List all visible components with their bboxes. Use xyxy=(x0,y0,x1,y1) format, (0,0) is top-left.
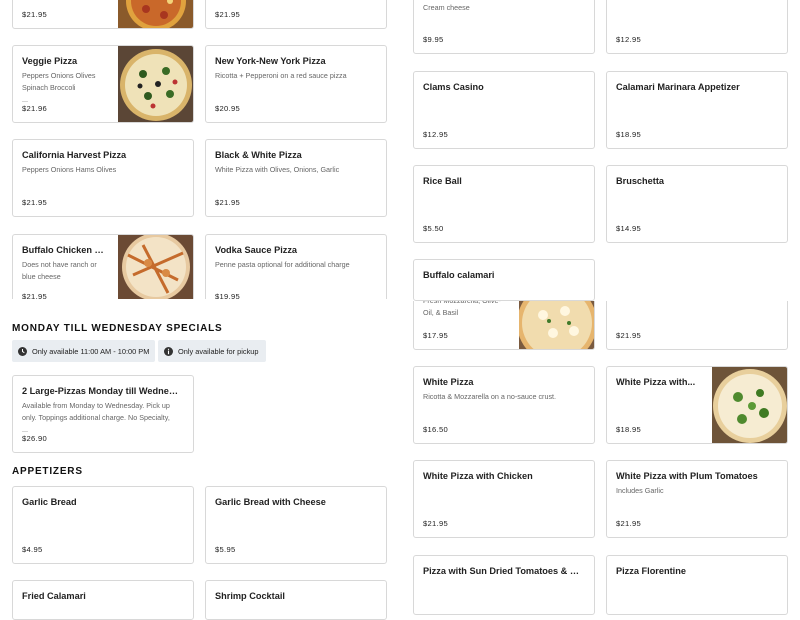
item-name: New York-New York Pizza xyxy=(215,56,326,66)
item-name: Bruschetta xyxy=(616,176,664,186)
item-description: White Pizza with Olives, Onions, Garlic xyxy=(215,165,340,174)
item-description: Available from Monday to Wednesday. Pick… xyxy=(22,401,170,434)
menu-item-card[interactable]: Veggie Pizza Peppers Onions Olives Spinac… xyxy=(12,45,194,123)
item-price: $5.50 xyxy=(423,224,444,233)
item-description: Ricotta & Mozzarella on a no-sauce crust… xyxy=(423,392,557,401)
item-price: $12.95 xyxy=(616,35,642,44)
item-name: Clams Casino xyxy=(423,82,484,92)
menu-item-card[interactable]: White Pizza with Plum Tomatoes Includes … xyxy=(606,460,788,538)
pizza-image xyxy=(712,367,787,443)
item-description: Cream cheese xyxy=(423,3,470,12)
item-description: Includes Garlic xyxy=(616,486,664,495)
menu-item-card[interactable]: Calamari Marinara Appetizer $18.95 xyxy=(606,71,788,149)
pizza-image xyxy=(118,46,193,122)
item-name: Calamari Marinara Appetizer xyxy=(616,82,740,92)
menu-item-card[interactable]: Rice Ball $5.50 xyxy=(413,165,595,243)
menu-item-card[interactable]: $21.95 xyxy=(12,0,194,29)
menu-item-card[interactable]: Cream cheese $9.95 xyxy=(413,0,595,54)
item-name: Garlic Bread with Cheese xyxy=(215,497,326,507)
item-name: White Pizza xyxy=(423,377,474,387)
info-icon xyxy=(164,346,173,356)
menu-item-card[interactable]: 2 Large-Pizzas Monday till Wednesday... … xyxy=(12,375,194,453)
item-name: Black & White Pizza xyxy=(215,150,302,160)
menu-item-card[interactable]: $21.95 xyxy=(205,0,387,29)
menu-item-card[interactable]: Shrimp Cocktail xyxy=(205,580,387,620)
menu-item-card[interactable]: Bruschetta $14.95 xyxy=(606,165,788,243)
item-description: Peppers Onions Olives Spinach Broccoli... xyxy=(22,71,96,104)
item-name: Vodka Sauce Pizza xyxy=(215,245,298,255)
item-name: Rice Ball xyxy=(423,176,462,186)
menu-item-card[interactable]: Garlic Bread with Cheese $5.95 xyxy=(205,486,387,564)
item-name: California Harvest Pizza xyxy=(22,150,127,160)
section-title-specials: MONDAY TILL WEDNESDAY SPECIALS xyxy=(12,323,223,334)
menu-item-card[interactable]: White Pizza with Chicken $21.95 xyxy=(413,460,595,538)
menu-item-card[interactable]: Pizza with Sun Dried Tomatoes & Black... xyxy=(413,555,595,615)
item-name: White Pizza with Plum Tomatoes xyxy=(616,471,758,481)
item-name: Pizza Florentine xyxy=(616,566,686,576)
item-name: Buffalo calamari xyxy=(423,270,495,280)
section-title-appetizers: APPETIZERS xyxy=(12,466,83,477)
pizza-image xyxy=(118,235,193,300)
menu-item-card[interactable]: Vodka Sauce Pizza Penne pasta optional f… xyxy=(205,234,387,306)
clock-icon xyxy=(18,346,27,356)
menu-item-card[interactable]: Buffalo Chicken Pizza Does not have ranc… xyxy=(12,234,194,306)
item-name: White Pizza with Chicken xyxy=(423,471,533,481)
pickup-badge: Only available for pickup xyxy=(158,340,266,362)
menu-item-card[interactable]: White Pizza with... $18.95 xyxy=(606,366,788,444)
item-name: 2 Large-Pizzas Monday till Wednesday... xyxy=(22,386,183,396)
item-price: $21.96 xyxy=(22,104,48,113)
item-name: Garlic Bread xyxy=(22,497,77,507)
menu-item-card[interactable]: Fried Calamari xyxy=(12,580,194,620)
item-price: $18.95 xyxy=(616,130,642,139)
menu-item-card[interactable]: New York-New York Pizza Ricotta + Pepper… xyxy=(205,45,387,123)
menu-item-card[interactable]: Pizza Florentine xyxy=(606,555,788,615)
item-name: White Pizza with... xyxy=(616,377,696,387)
item-price: $21.95 xyxy=(423,519,449,528)
menu-item-card[interactable]: Clams Casino $12.95 xyxy=(413,71,595,149)
item-price: $21.95 xyxy=(215,10,241,19)
menu-item-card[interactable]: Buffalo calamari xyxy=(413,259,595,301)
item-price: $20.95 xyxy=(215,104,241,113)
item-name: Veggie Pizza xyxy=(22,56,78,66)
item-price: $21.95 xyxy=(22,10,48,19)
pizza-image xyxy=(118,0,193,28)
item-name: Pizza with Sun Dried Tomatoes & Black... xyxy=(423,566,584,576)
item-price: $14.95 xyxy=(616,224,642,233)
menu-item-card[interactable]: Garlic Bread $4.95 xyxy=(12,486,194,564)
item-description: Does not have ranch or blue cheese xyxy=(22,260,97,281)
section-divider xyxy=(0,299,400,310)
item-price: $21.95 xyxy=(22,198,48,207)
item-price: $9.95 xyxy=(423,35,444,44)
item-price: $21.95 xyxy=(616,519,642,528)
item-description: Ricotta + Pepperoni on a red sauce pizza xyxy=(215,71,347,80)
item-price: $21.95 xyxy=(616,331,642,340)
item-price: $26.90 xyxy=(22,434,48,443)
item-price: $17.95 xyxy=(423,331,449,340)
item-description: Peppers Onions Hams Olives xyxy=(22,165,117,174)
menu-item-card[interactable]: White Pizza Ricotta & Mozzarella on a no… xyxy=(413,366,595,444)
item-price: $12.95 xyxy=(423,130,449,139)
item-name: Buffalo Chicken Pizza xyxy=(22,245,108,255)
menu-item-card[interactable]: California Harvest Pizza Peppers Onions … xyxy=(12,139,194,217)
menu-item-card[interactable]: $12.95 xyxy=(606,0,788,54)
item-price: $4.95 xyxy=(22,545,43,554)
menu-item-card[interactable]: Black & White Pizza White Pizza with Oli… xyxy=(205,139,387,217)
item-price: $16.50 xyxy=(423,425,449,434)
item-price: $18.95 xyxy=(616,425,642,434)
hours-badge: Only available 11:00 AM - 10:00 PM xyxy=(12,340,155,362)
item-description: Penne pasta optional for additional char… xyxy=(215,260,350,269)
item-price: $5.95 xyxy=(215,545,236,554)
item-price: $21.95 xyxy=(215,198,241,207)
